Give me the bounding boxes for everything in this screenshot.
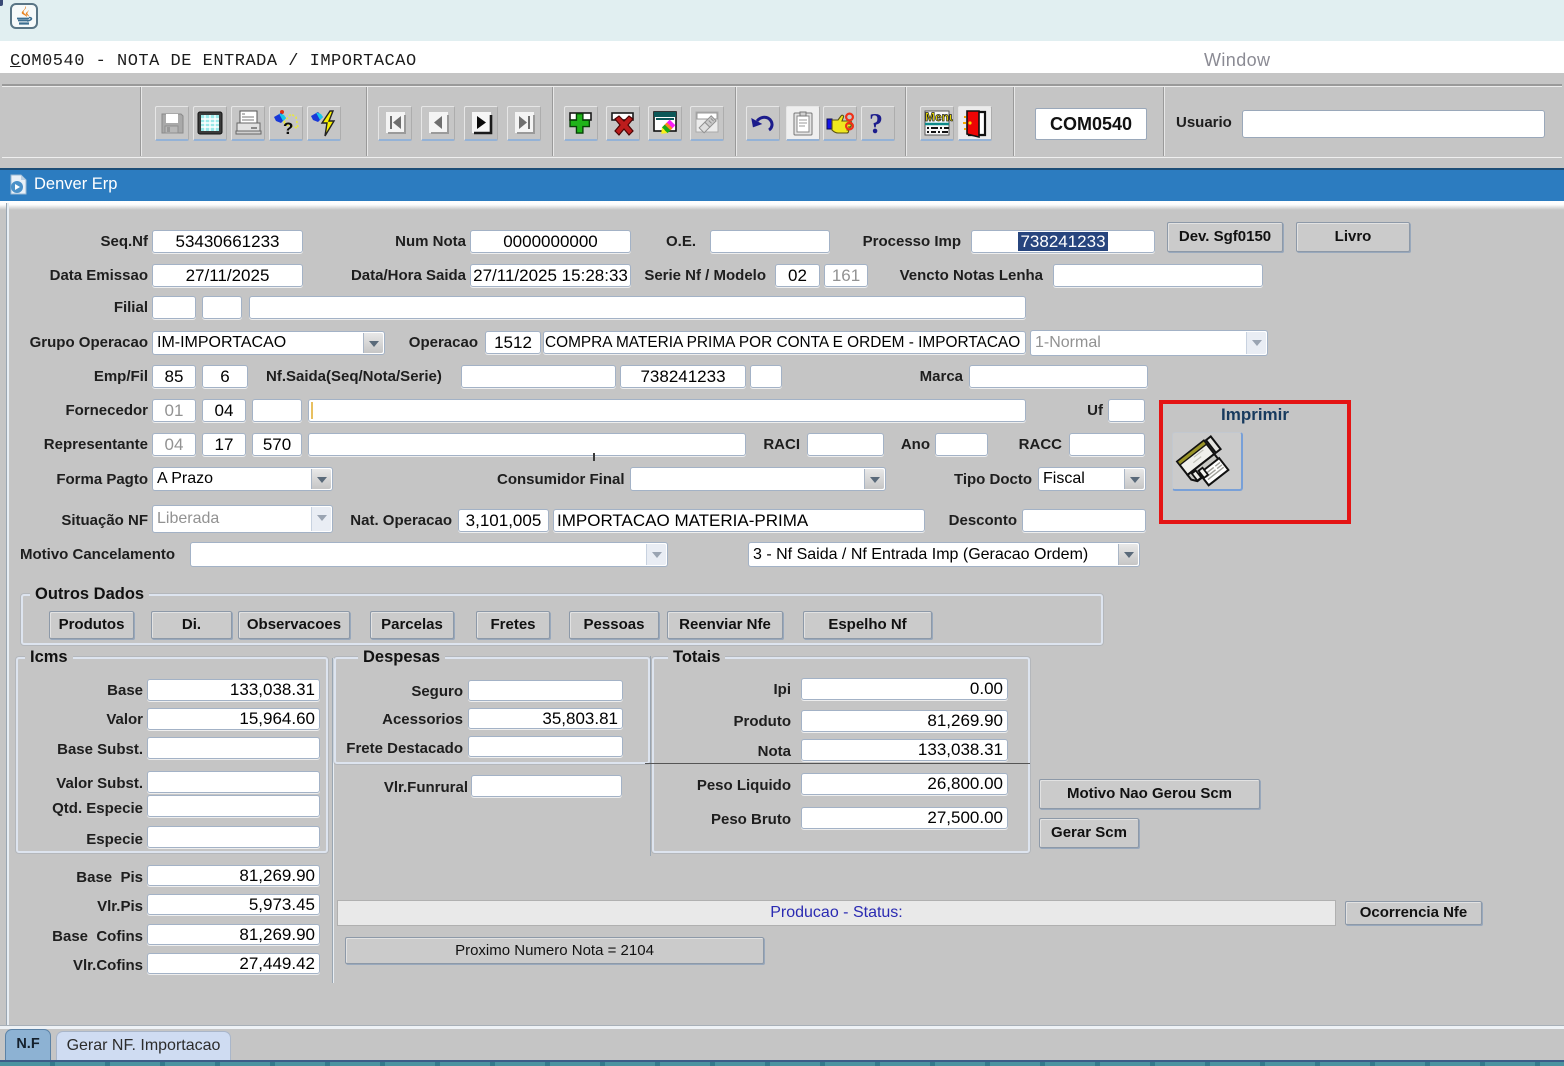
svg-text:?: ?	[283, 119, 293, 138]
svg-text:Menu: Menu	[925, 110, 953, 124]
svg-text:?: ?	[869, 109, 883, 140]
